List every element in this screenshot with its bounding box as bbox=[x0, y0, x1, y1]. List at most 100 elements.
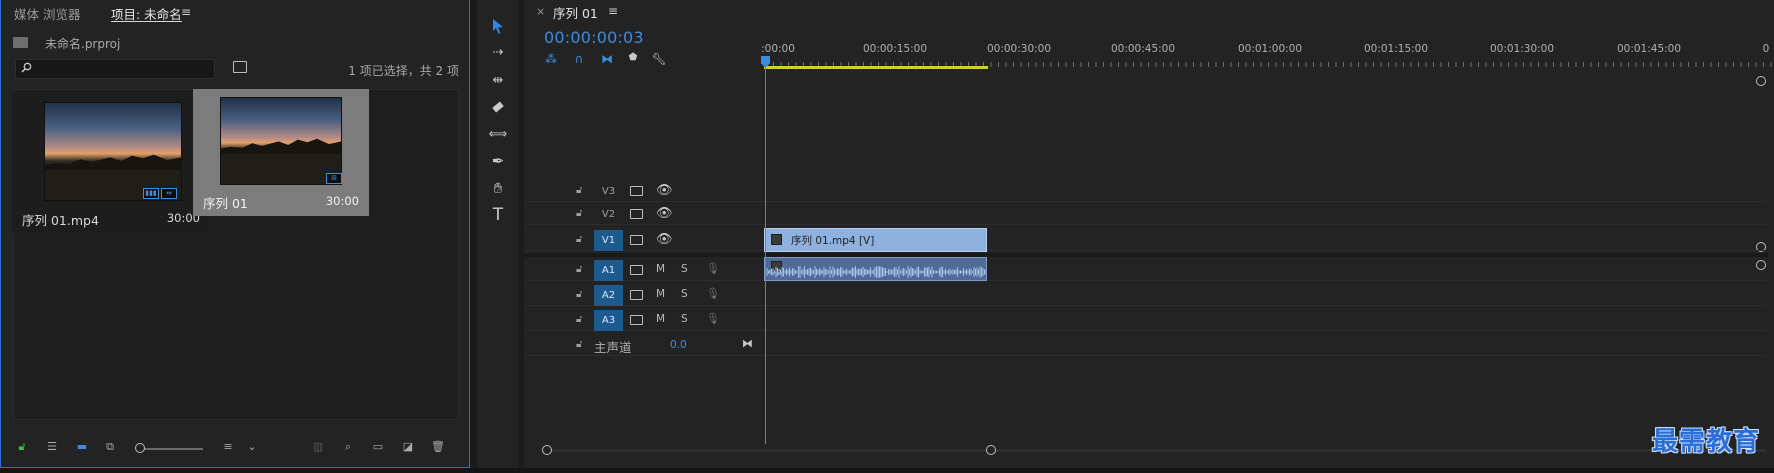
mic-icon[interactable]: 🎙︎ bbox=[706, 262, 720, 275]
sync-lock-icon[interactable] bbox=[630, 235, 643, 245]
find-bin-icon[interactable] bbox=[233, 61, 247, 73]
audio-waveform bbox=[765, 266, 986, 278]
thumbnail-silhouette bbox=[45, 154, 181, 170]
lock-icon[interactable]: 🔓︎ bbox=[576, 185, 582, 196]
tab-project[interactable]: 项目: 未命名 bbox=[111, 4, 182, 22]
media-tile-clip[interactable]: ▮▮▮ ⇹ 序列 01.mp4 30:00 bbox=[12, 92, 212, 233]
solo-button[interactable]: S bbox=[681, 288, 688, 300]
lock-icon[interactable]: 🔓︎ bbox=[576, 314, 582, 325]
track-label[interactable]: A2 bbox=[594, 285, 623, 306]
track-label[interactable]: A3 bbox=[594, 310, 623, 331]
track-a2: 🔓︎ A2 M S 🎙︎ bbox=[526, 284, 1766, 306]
eye-icon[interactable]: 👁︎ bbox=[656, 232, 673, 247]
sync-lock-icon[interactable] bbox=[630, 209, 643, 219]
list-view-icon[interactable]: ☰ bbox=[45, 440, 59, 454]
panel-menu-icon[interactable]: ≡ bbox=[181, 5, 191, 19]
tile-name: 序列 01.mp4 bbox=[22, 213, 99, 228]
sync-lock-icon[interactable] bbox=[630, 186, 643, 196]
media-tile-sequence[interactable]: ⊞ 序列 01 30:00 bbox=[193, 89, 369, 216]
mic-icon[interactable]: 🎙︎ bbox=[706, 287, 720, 300]
sync-lock-icon[interactable] bbox=[630, 315, 643, 325]
track-select-tool-icon[interactable]: ⇢ bbox=[485, 40, 511, 64]
zoom-slider-handle[interactable] bbox=[135, 443, 145, 453]
vertical-scroll-knob[interactable] bbox=[1756, 76, 1766, 86]
tab-media-browser[interactable]: 媒体 浏览器 bbox=[14, 4, 80, 22]
playhead-timecode[interactable]: 00:00:00:03 bbox=[544, 28, 644, 47]
type-tool-icon[interactable]: T bbox=[485, 203, 511, 227]
lock-icon[interactable]: 🔓︎ bbox=[576, 234, 582, 245]
sort-icon[interactable]: ≡ bbox=[221, 440, 235, 454]
project-panel: 媒体 浏览器 项目: 未命名 ≡ 未命名.prproj 1 项已选择，共 2 项… bbox=[0, 0, 470, 468]
solo-button[interactable]: S bbox=[681, 263, 688, 275]
work-area-bar[interactable] bbox=[764, 66, 988, 69]
automate-to-sequence-icon[interactable]: ▥ bbox=[311, 440, 325, 454]
tab-sequence[interactable]: 序列 01 bbox=[553, 3, 598, 22]
scroll-track[interactable] bbox=[542, 449, 1766, 452]
hand-tool-icon[interactable]: ✋︎ bbox=[485, 176, 511, 200]
mic-icon[interactable]: 🎙︎ bbox=[706, 312, 720, 325]
zoom-slider-track[interactable] bbox=[141, 448, 203, 450]
video-audio-divider[interactable] bbox=[524, 253, 1768, 257]
new-bin-icon[interactable]: ▭ bbox=[371, 440, 385, 454]
bottom-strip bbox=[0, 468, 1774, 473]
bin-icon-view: ▮▮▮ ⇹ 序列 01.mp4 30:00 ⊞ 序列 01 30:00 bbox=[12, 89, 459, 420]
horizontal-scrollbar[interactable] bbox=[542, 444, 1766, 458]
sync-lock-icon[interactable] bbox=[630, 290, 643, 300]
add-marker-icon[interactable]: ⬟ bbox=[624, 52, 642, 68]
close-icon[interactable]: × bbox=[536, 5, 545, 18]
ruler-label: 00:00:15:00 bbox=[862, 43, 928, 55]
pen-tool-icon[interactable]: ✒︎ bbox=[485, 149, 511, 173]
eye-icon[interactable]: 👁︎ bbox=[656, 206, 673, 221]
video-clip[interactable]: 序列 01.mp4 [V] bbox=[764, 228, 987, 252]
mute-button[interactable]: M bbox=[656, 288, 665, 300]
chevron-down-icon[interactable]: ⌄ bbox=[245, 440, 259, 454]
wrench-icon[interactable]: 🔧︎ bbox=[650, 52, 668, 68]
icon-view-icon[interactable]: ▬ bbox=[75, 440, 89, 454]
eye-icon[interactable]: 👁︎ bbox=[656, 183, 673, 198]
track-label[interactable]: A1 bbox=[594, 260, 623, 281]
lock-icon[interactable]: 🔓︎ bbox=[576, 208, 582, 219]
playhead-line[interactable] bbox=[765, 58, 766, 444]
audio-clip[interactable] bbox=[764, 257, 987, 281]
lock-icon[interactable]: 🔓︎ bbox=[576, 264, 582, 275]
selection-tool-icon[interactable] bbox=[485, 14, 511, 38]
trash-icon[interactable]: 🗑︎ bbox=[431, 440, 445, 454]
ruler-label: 00:00:30:00 bbox=[986, 43, 1052, 55]
snap-icon[interactable]: ∩ bbox=[570, 52, 588, 68]
project-bottom-toolbar: 🔓︎ ☰ ▬ ⧉ ≡ ⌄ ▥ ⌕ ▭ ◪ 🗑︎ bbox=[1, 434, 469, 462]
freeform-view-icon[interactable]: ⧉ bbox=[103, 440, 117, 454]
track-v3: 🔓︎ V3 👁︎ bbox=[526, 180, 1766, 202]
fx-icon bbox=[771, 234, 782, 245]
linked-selection-icon[interactable]: ⧓ bbox=[598, 52, 616, 68]
track-a1: 🔓︎ A1 M S 🎙︎ bbox=[526, 259, 1766, 281]
lock-icon[interactable]: 🔓︎ bbox=[15, 440, 29, 454]
track-label[interactable]: V3 bbox=[594, 181, 623, 202]
lock-icon[interactable]: 🔓︎ bbox=[576, 339, 582, 350]
mute-button[interactable]: M bbox=[656, 313, 665, 325]
go-to-end-icon[interactable]: ⧓ bbox=[742, 337, 753, 350]
panel-menu-icon[interactable]: ≡ bbox=[608, 4, 618, 18]
razor-tool-icon[interactable] bbox=[485, 95, 511, 119]
time-ruler[interactable]: :00:00 00:00:15:00 00:00:30:00 00:00:45:… bbox=[761, 36, 1774, 70]
find-icon[interactable]: ⌕ bbox=[341, 440, 355, 454]
solo-button[interactable]: S bbox=[681, 313, 688, 325]
mute-button[interactable]: M bbox=[656, 263, 665, 275]
sync-lock-icon[interactable] bbox=[630, 265, 643, 275]
tools-panel: ⇢ ⇹ ⟺ ✒︎ ✋︎ T bbox=[477, 0, 519, 468]
new-item-icon[interactable]: ◪ bbox=[401, 440, 415, 454]
scroll-end-knob[interactable] bbox=[986, 445, 996, 455]
ruler-label: 00:01:00:00 bbox=[1237, 43, 1303, 55]
ruler-label: 00:00:45:00 bbox=[1110, 43, 1176, 55]
nest-toggle-icon[interactable]: ⁂ bbox=[542, 52, 560, 68]
thumbnail-ground bbox=[221, 154, 341, 184]
thumbnail-silhouette bbox=[221, 138, 341, 154]
lock-icon[interactable]: 🔓︎ bbox=[576, 289, 582, 300]
search-input[interactable] bbox=[15, 59, 215, 79]
track-label[interactable]: V2 bbox=[594, 204, 623, 225]
tile-name: 序列 01 bbox=[203, 196, 248, 211]
slip-tool-icon[interactable]: ⟺ bbox=[485, 122, 511, 146]
scroll-start-knob[interactable] bbox=[542, 445, 552, 455]
ripple-edit-tool-icon[interactable]: ⇹ bbox=[485, 68, 511, 92]
master-volume-value[interactable]: 0.0 bbox=[670, 339, 687, 351]
track-label[interactable]: V1 bbox=[594, 230, 623, 251]
